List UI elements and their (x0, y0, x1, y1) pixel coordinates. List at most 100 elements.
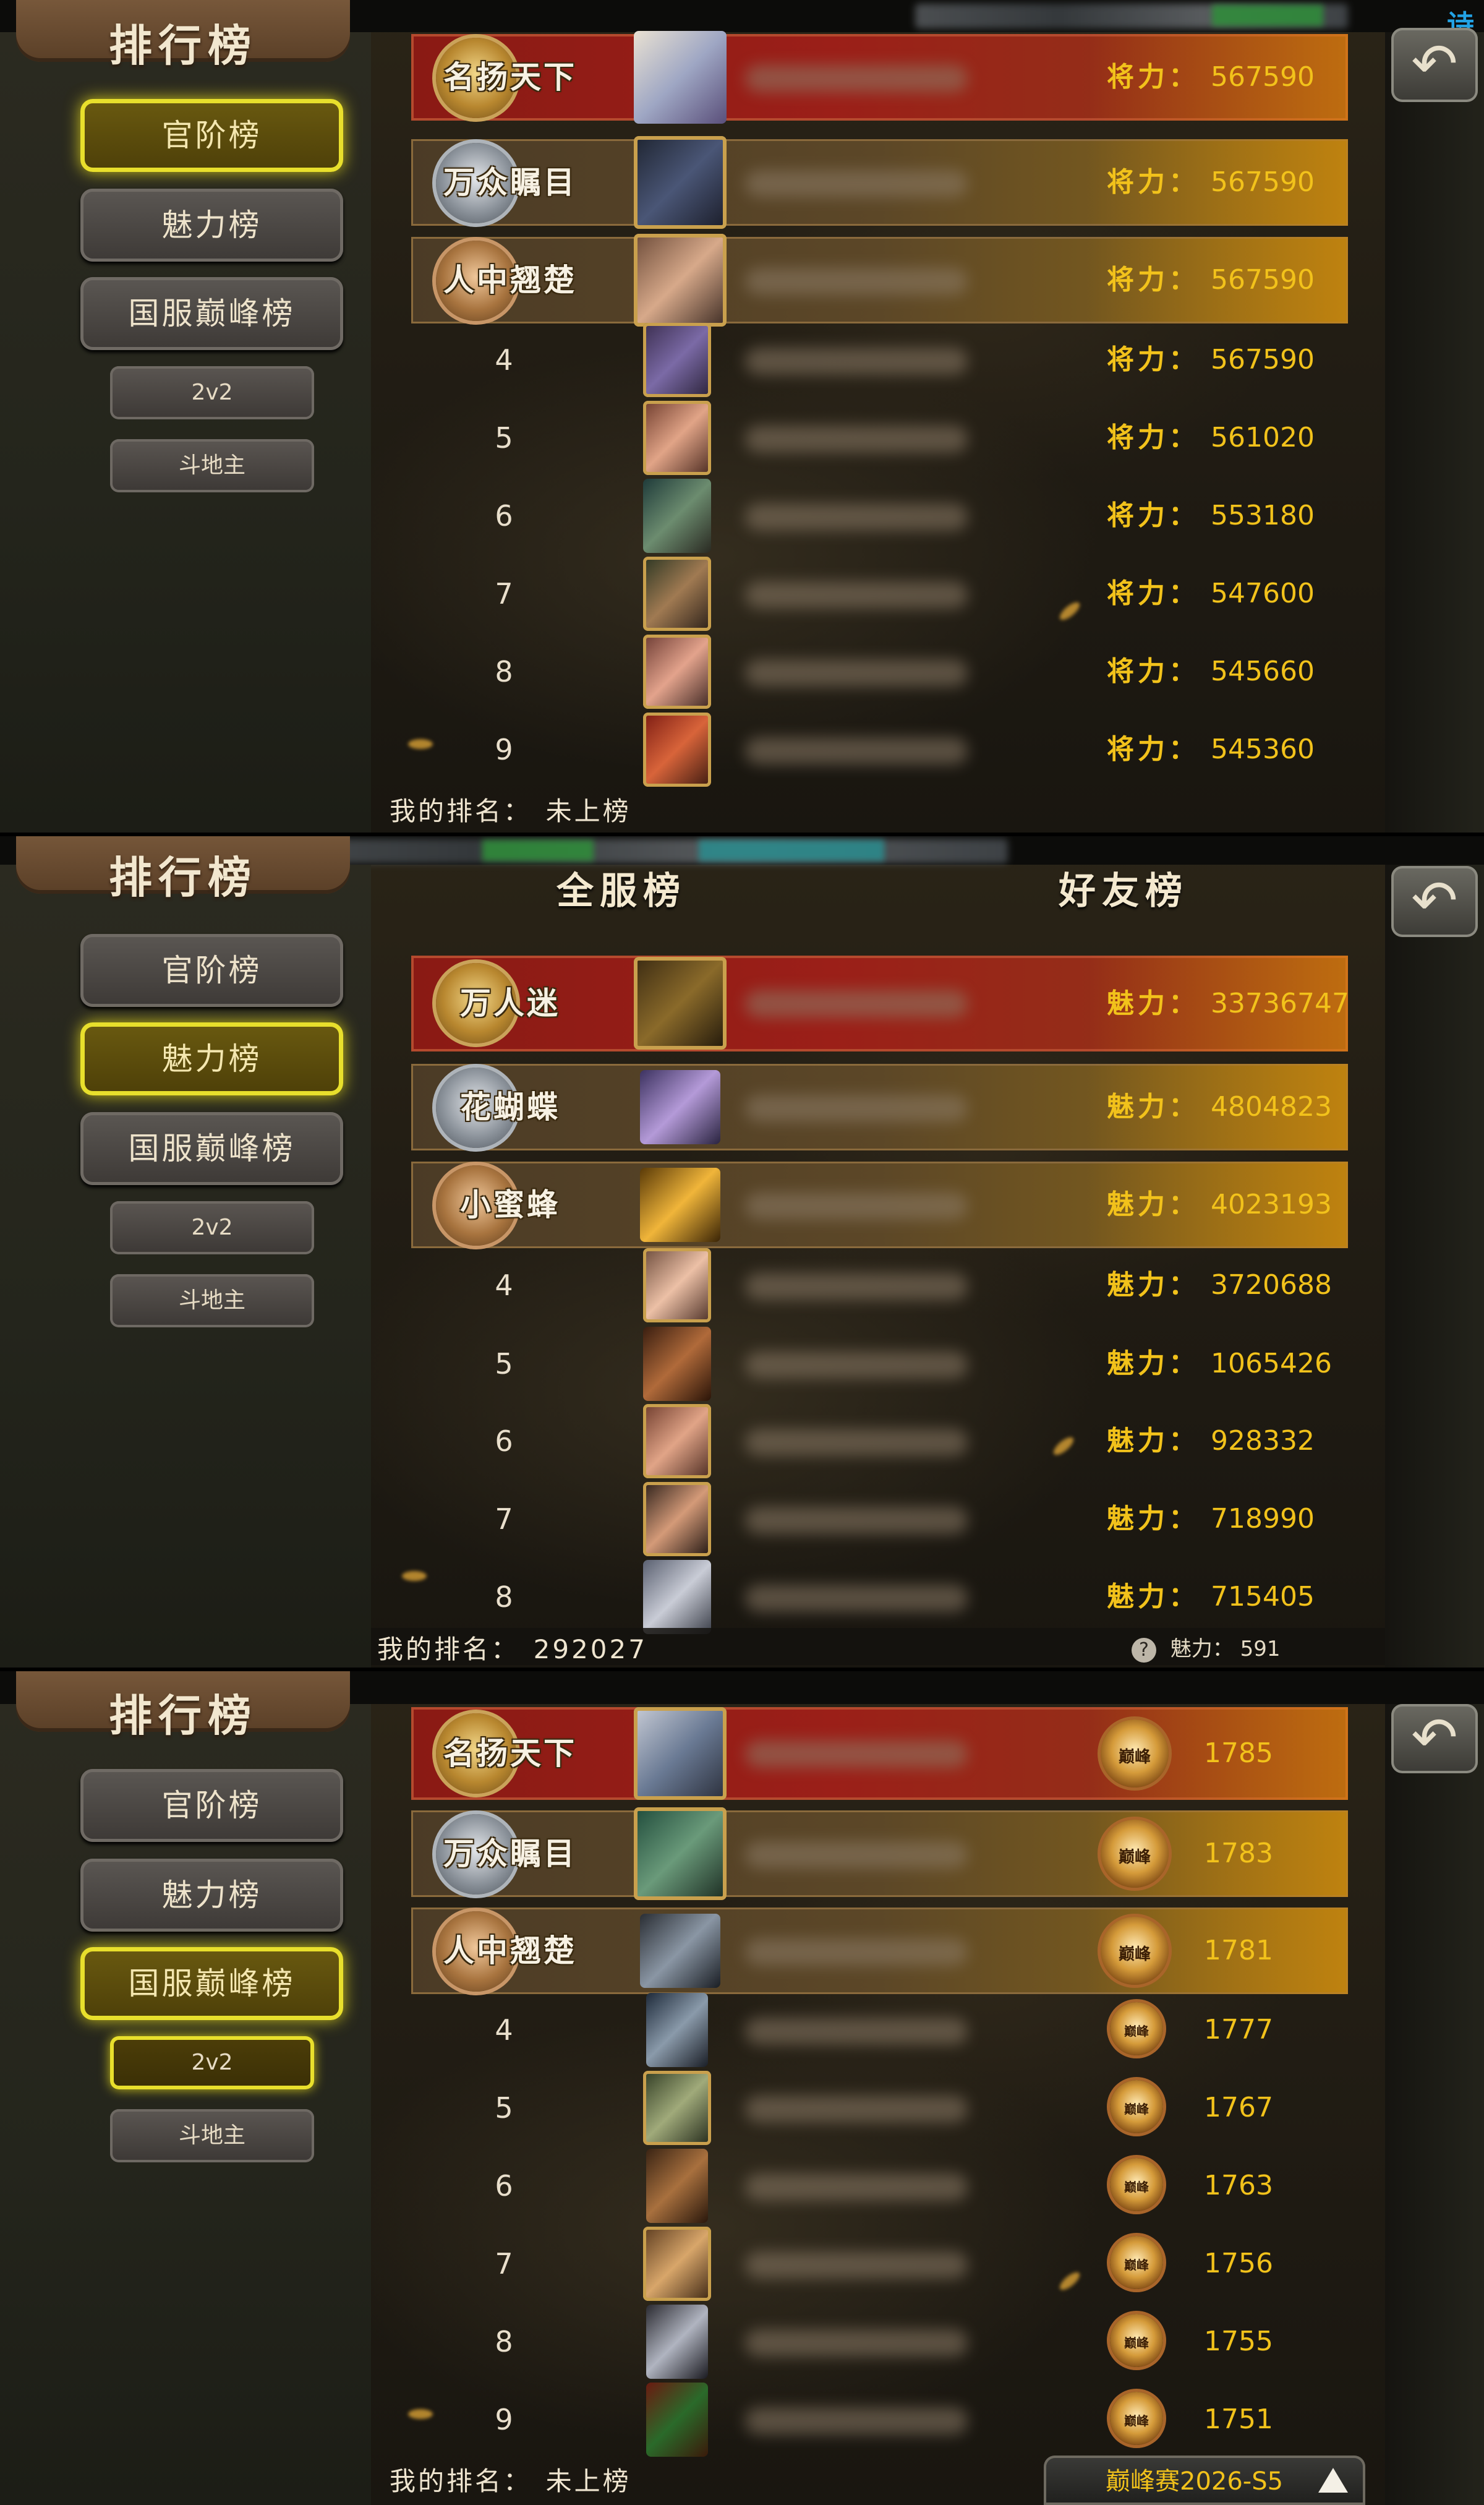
help-icon[interactable]: ? (1132, 1638, 1156, 1663)
nav-official-rank[interactable]: 官阶榜 (80, 99, 343, 172)
rank-value: 魅力： 718990 (1107, 1476, 1315, 1562)
rank-number: 8 (495, 1580, 513, 1614)
ranking-title: 排行榜 (109, 20, 257, 71)
back-button[interactable]: ↶ (1391, 866, 1478, 937)
player-avatar (643, 1327, 711, 1401)
nav-charm-rank[interactable]: 魅力榜 (80, 189, 343, 262)
player-name-blurred (745, 1507, 968, 1534)
back-button[interactable]: ↶ (1391, 1704, 1478, 1773)
rank-row-3[interactable]: 人中翘楚 将力： 567590 (411, 234, 1348, 327)
player-name-blurred (745, 2096, 968, 2123)
rank-row-5[interactable]: 5 魅力： 1065426 (411, 1321, 1348, 1407)
nav-charm-rank[interactable]: 魅力榜 (80, 1022, 343, 1095)
value-number: 1065426 (1211, 1348, 1332, 1379)
rank-row-7[interactable]: 7 巅峰 1756 (411, 2220, 1348, 2307)
season-selector[interactable]: 巅峰赛2026-S5 (1044, 2456, 1365, 2505)
peak-badge-text: 巅峰 (1124, 2023, 1149, 2039)
player-name-blurred (745, 990, 968, 1017)
peak-badge-icon: 巅峰 (1101, 1917, 1169, 1985)
rank-row-8[interactable]: 8 将力： 545660 (411, 628, 1348, 715)
player-avatar (634, 957, 727, 1050)
player-avatar (640, 1168, 720, 1242)
rank-row-7[interactable]: 7 将力： 547600 (411, 550, 1348, 637)
player-name-blurred (745, 1429, 968, 1456)
nav-official-rank[interactable]: 官阶榜 (80, 934, 343, 1007)
rank-row-1[interactable]: 名扬天下 巅峰 1785 (411, 1707, 1348, 1800)
rank-title: 万众瞩目 (443, 1836, 577, 1872)
sub-2v2[interactable]: 2v2 (110, 2036, 314, 2089)
value-number: 715405 (1211, 1581, 1315, 1612)
rank-row-9[interactable]: 9 将力： 545360 (411, 706, 1348, 793)
peak-badge-text: 巅峰 (1124, 2413, 1149, 2428)
nav-peak-rank[interactable]: 国服巅峰榜 (80, 1947, 343, 2020)
back-button[interactable]: ↶ (1391, 28, 1478, 102)
triangle-up-icon (1318, 2468, 1348, 2493)
player-name-blurred (745, 1585, 968, 1612)
my-rank: 我的排名： 未上榜 (390, 790, 631, 828)
rank-value: 将力： 567590 (1107, 317, 1315, 403)
back-arrow-icon: ↶ (1411, 32, 1458, 96)
sub-2v2[interactable]: 2v2 (110, 366, 314, 419)
sub-2v2[interactable]: 2v2 (110, 1201, 314, 1254)
rank-number: 8 (495, 2325, 513, 2358)
rank-row-6[interactable]: 6 将力： 553180 (411, 473, 1348, 559)
rank-value: 将力： 545360 (1107, 706, 1315, 793)
rank-row-3[interactable]: 小蜜蜂 魅力： 4023193 (411, 1162, 1348, 1248)
rank-title: 人中翘楚 (443, 262, 577, 298)
my-rank-value: 未上榜 (545, 2466, 631, 2496)
rank-value: 魅力： 33736747 (1107, 956, 1349, 1051)
peak-badge-icon: 巅峰 (1110, 2158, 1163, 2211)
player-avatar (643, 1482, 711, 1556)
rank-row-4[interactable]: 4 巅峰 1777 (411, 1987, 1348, 2073)
rank-row-2[interactable]: 万众瞩目 将力： 567590 (411, 136, 1348, 229)
value-label: 魅力： (1107, 1189, 1200, 1220)
nav-charm-rank[interactable]: 魅力榜 (80, 1859, 343, 1932)
player-avatar (643, 1248, 711, 1322)
sub-landlord[interactable]: 斗地主 (110, 1274, 314, 1327)
rank-row-4[interactable]: 4 将力： 567590 (411, 317, 1348, 403)
value-number: 567590 (1211, 264, 1315, 296)
rank-row-4[interactable]: 4 魅力： 3720688 (411, 1242, 1348, 1329)
rank-number: 5 (495, 421, 513, 455)
my-charm-label: 魅力： (1170, 1637, 1234, 1661)
tab-friend-rank[interactable]: 好友榜 (1059, 861, 1188, 915)
rank-row-5[interactable]: 5 巅峰 1767 (411, 2065, 1348, 2151)
my-rank-value: 未上榜 (545, 796, 631, 826)
my-charm-value: 591 (1240, 1637, 1281, 1661)
rank-number: 8 (495, 655, 513, 688)
my-rank: 我的排名： 292027 (377, 1629, 647, 1666)
sub-landlord[interactable]: 斗地主 (110, 2109, 314, 2162)
value-label: 将力： (1107, 166, 1200, 198)
rank-row-5[interactable]: 5 将力： 561020 (411, 395, 1348, 481)
rank-row-3[interactable]: 人中翘楚 巅峰 1781 (411, 1908, 1348, 1994)
rank-row-1[interactable]: 万人迷 魅力： 33736747 (411, 956, 1349, 1051)
rank-value: 将力： 561020 (1107, 395, 1315, 481)
rank-row-8[interactable]: 8 巅峰 1755 (411, 2298, 1348, 2385)
peak-score: 1756 (1204, 2248, 1273, 2279)
peak-score: 1785 (1204, 1737, 1273, 1769)
peak-score: 1781 (1204, 1935, 1273, 1966)
nav-official-rank[interactable]: 官阶榜 (80, 1769, 343, 1842)
value-label: 魅力： (1107, 1503, 1200, 1535)
value-label: 魅力： (1107, 988, 1200, 1019)
rank-value: 魅力： 928332 (1107, 1398, 1315, 1484)
ember-decoration (408, 2409, 433, 2419)
tab-server-rank[interactable]: 全服榜 (556, 861, 686, 915)
value-label: 将力： (1107, 264, 1200, 296)
rank-row-1[interactable]: 名扬天下 将力： 567590 (411, 31, 1348, 124)
rank-row-8[interactable]: 8 魅力： 715405 (411, 1554, 1348, 1640)
nav-peak-rank[interactable]: 国服巅峰榜 (80, 277, 343, 350)
ranking-panel-official: 诗 排行榜 ↶ 官阶榜 魅力榜 国服巅峰榜 2v2 斗地主 名扬天下 将力： 56… (0, 0, 1484, 835)
rank-row-6[interactable]: 6 巅峰 1763 (411, 2143, 1348, 2229)
back-arrow-icon: ↶ (1411, 1705, 1458, 1770)
rank-row-2[interactable]: 万众瞩目 巅峰 1783 (411, 1807, 1348, 1900)
rank-row-6[interactable]: 6 魅力： 928332 (411, 1398, 1348, 1484)
peak-badge-text: 巅峰 (1124, 2101, 1149, 2117)
rank-row-9[interactable]: 9 巅峰 1751 (411, 2376, 1348, 2463)
nav-peak-rank[interactable]: 国服巅峰榜 (80, 1112, 343, 1185)
peak-score: 1767 (1204, 2092, 1273, 2123)
rank-row-2[interactable]: 花蝴蝶 魅力： 4804823 (411, 1064, 1348, 1150)
ranking-title: 排行榜 (109, 852, 257, 903)
sub-landlord[interactable]: 斗地主 (110, 439, 314, 492)
rank-row-7[interactable]: 7 魅力： 718990 (411, 1476, 1348, 1562)
